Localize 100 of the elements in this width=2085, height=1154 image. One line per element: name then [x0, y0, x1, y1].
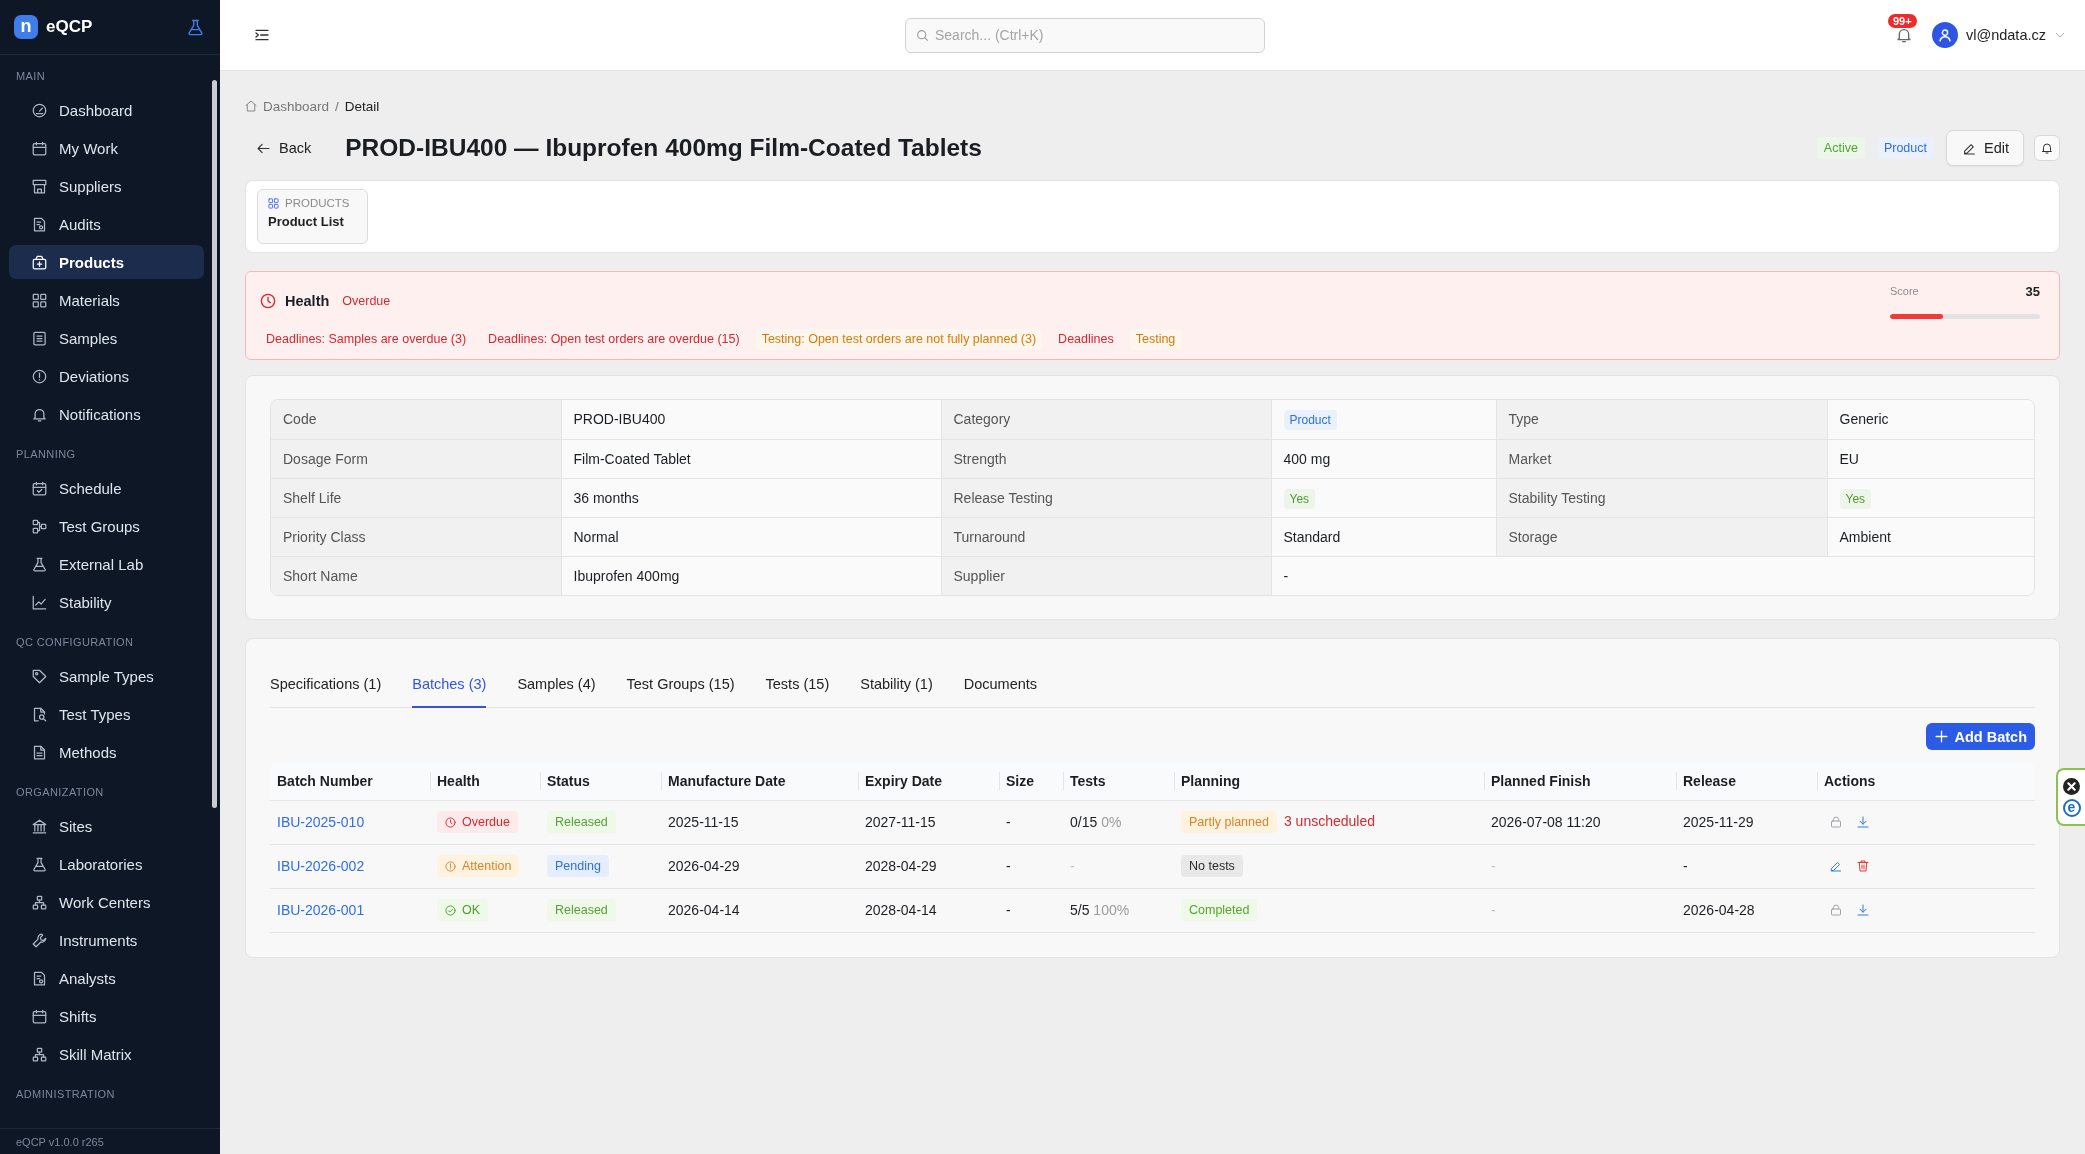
sidebar-item[interactable]: Deviations — [9, 359, 204, 393]
table-cell: 2026-04-29 — [661, 844, 858, 888]
sidebar-item[interactable]: External Lab — [9, 547, 204, 581]
sidebar-item[interactable]: Materials — [9, 283, 204, 317]
sidebar-item[interactable]: Stability — [9, 585, 204, 619]
search-field[interactable]: Search... (Ctrl+K) — [905, 17, 1265, 53]
field-value: Generic — [1827, 400, 2034, 439]
field-value: 36 months — [561, 478, 941, 517]
avatar-icon[interactable] — [1932, 22, 1958, 48]
flask-icon — [32, 556, 47, 572]
sidebar-item[interactable]: Audits — [9, 207, 204, 241]
health-badge: Overdue — [437, 811, 518, 833]
table-cell: 5/5 100% — [1063, 888, 1174, 932]
sidebar-item[interactable]: Test Types — [9, 697, 204, 731]
flask-icon[interactable] — [187, 18, 204, 36]
field-label: Market — [1496, 439, 1827, 478]
download-icon[interactable] — [1857, 816, 1869, 828]
tab[interactable]: Test Groups (15) — [626, 663, 735, 708]
nav-tile[interactable]: PRODUCTS Product List — [257, 189, 368, 244]
score-value: 35 — [2025, 283, 2040, 299]
batch-link[interactable]: IBU-2025-010 — [277, 814, 365, 830]
sidebar-item[interactable]: Schedule — [9, 471, 204, 505]
value-tag: Yes — [1283, 488, 1316, 509]
sidebar-item[interactable]: Notifications — [9, 397, 204, 431]
pencil-icon[interactable] — [1830, 860, 1842, 872]
lock-icon[interactable] — [1830, 816, 1842, 828]
close-icon[interactable] — [2063, 777, 2080, 795]
tab[interactable]: Stability (1) — [860, 663, 933, 708]
table-cell: - — [999, 844, 1063, 888]
planning-badge: Partly planned — [1181, 811, 1277, 833]
bell-icon[interactable] — [1896, 27, 1912, 43]
sidebar-item[interactable]: Sample Types — [9, 659, 204, 693]
table-cell: 0/15 0% — [1063, 800, 1174, 844]
sidebar-item[interactable]: Test Groups — [9, 509, 204, 543]
issue-tag: Testing: Open test orders are not fully planned (3) — [755, 329, 1043, 350]
table-cell: - — [999, 888, 1063, 932]
health-badge: OK — [437, 899, 489, 921]
edit-button[interactable]: Edit — [1946, 130, 2024, 166]
sidebar-item[interactable]: Shifts — [9, 999, 204, 1033]
sidebar-item[interactable]: Instruments — [9, 923, 204, 957]
sidebar-item[interactable]: Laboratories — [9, 847, 204, 881]
field-label: Shelf Life — [271, 478, 561, 517]
field-label: Stability Testing — [1496, 478, 1827, 517]
table-cell: 2025-11-15 — [661, 800, 858, 844]
field-label: Supplier — [941, 556, 1271, 595]
scrollbar-thumb[interactable] — [212, 80, 217, 808]
chevron-icon[interactable] — [2055, 30, 2065, 40]
sidebar-item[interactable]: Dashboard — [9, 93, 204, 127]
table-cell: 2028-04-29 — [858, 844, 999, 888]
sidebar-item[interactable]: Suppliers — [9, 169, 204, 203]
tab[interactable]: Documents — [963, 663, 1038, 708]
tab[interactable]: Tests (15) — [765, 663, 830, 708]
extension-logo[interactable]: e — [2062, 798, 2081, 817]
table-cell: 2028-04-14 — [858, 888, 999, 932]
batch-link[interactable]: IBU-2026-001 — [277, 902, 365, 918]
field-label: Code — [271, 400, 561, 439]
table-cell: - — [999, 800, 1063, 844]
tag-icon — [32, 668, 47, 684]
download-icon[interactable] — [1857, 904, 1869, 916]
breadcrumb-link[interactable]: Dashboard — [263, 98, 330, 114]
logo-mark: n — [14, 15, 38, 39]
section-label: QC CONFIGURATION — [16, 635, 134, 649]
grid-icon — [32, 292, 47, 308]
pencil-icon — [1963, 141, 1976, 155]
table-cell: 2026-04-14 — [661, 888, 858, 932]
field-value: Normal — [561, 517, 941, 556]
section-label: MAIN — [16, 69, 46, 83]
calendar-icon — [32, 1008, 47, 1024]
table-cell: 2026-07-08 11:20 — [1484, 800, 1676, 844]
tab[interactable]: Batches (3) — [412, 663, 487, 708]
menu-icon[interactable] — [254, 27, 270, 43]
field-value: - — [1271, 556, 2034, 595]
sidebar-item[interactable]: Analysts — [9, 961, 204, 995]
file-search-icon — [32, 706, 47, 722]
field-value: Standard — [1271, 517, 1496, 556]
trash-icon[interactable] — [1857, 860, 1869, 872]
field-label: Turnaround — [941, 517, 1271, 556]
lock-icon[interactable] — [1830, 904, 1842, 916]
tab[interactable]: Specifications (1) — [270, 663, 382, 708]
back-button[interactable]: Back — [245, 134, 324, 162]
table-cell: - — [1484, 888, 1676, 932]
table-cell: 2025-11-29 — [1676, 800, 1817, 844]
user-name[interactable]: vl@ndata.cz — [1966, 27, 2046, 43]
add-batch-button[interactable]: Add Batch — [1925, 723, 2035, 750]
status-badge: Pending — [547, 855, 609, 877]
package-icon — [32, 254, 47, 270]
notify-button[interactable] — [2034, 135, 2060, 161]
batch-link[interactable]: IBU-2026-002 — [277, 858, 365, 874]
tab[interactable]: Samples (4) — [517, 663, 596, 708]
flask-icon — [32, 856, 47, 872]
sidebar-item[interactable]: Work Centers — [9, 885, 204, 919]
sidebar-item[interactable]: Sites — [9, 809, 204, 843]
sidebar-item[interactable]: My Work — [9, 131, 204, 165]
field-label: Storage — [1496, 517, 1827, 556]
field-value: PROD-IBU400 — [561, 400, 941, 439]
sidebar-item[interactable]: Products — [9, 245, 204, 279]
sidebar-item[interactable]: Methods — [9, 735, 204, 769]
sidebar-item[interactable]: Skill Matrix — [9, 1037, 204, 1071]
sidebar-item[interactable]: Samples — [9, 321, 204, 355]
table-cell: - — [1484, 844, 1676, 888]
